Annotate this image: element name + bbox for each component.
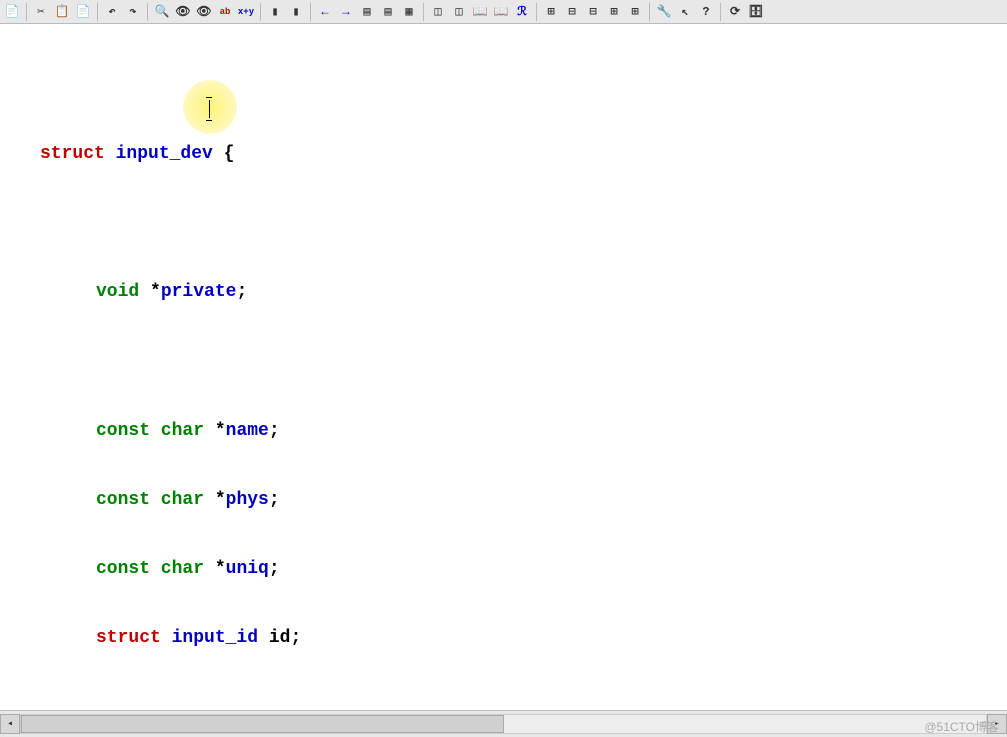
mark2-icon[interactable]: ▮ xyxy=(286,2,306,22)
run-icon[interactable]: ℛ xyxy=(512,2,532,22)
book-icon[interactable]: ▤ xyxy=(357,2,377,22)
binoc-icon[interactable]: 👁 xyxy=(173,2,193,22)
cut-icon[interactable]: ✂ xyxy=(31,2,51,22)
panel-icon[interactable]: ▦ xyxy=(399,2,419,22)
panel2-icon[interactable]: ◫ xyxy=(428,2,448,22)
scroll-thumb[interactable] xyxy=(21,715,504,733)
grid2-icon[interactable]: ⊟ xyxy=(583,2,603,22)
code-line: const char *uniq; xyxy=(8,558,999,581)
find-icon[interactable]: 🔍 xyxy=(152,2,172,22)
code-line: struct input_id id; xyxy=(8,627,999,650)
cursor-highlight xyxy=(183,80,237,134)
scroll-track[interactable] xyxy=(20,714,987,734)
code-line xyxy=(8,696,999,710)
tool-icon[interactable]: 🔧 xyxy=(654,2,674,22)
redo-icon[interactable]: ↷ xyxy=(123,2,143,22)
toolbar: 📄 ✂ 📋 📄 ↶ ↷ 🔍 👁 👁 ab x+y ▮ ▮ ← → ▤ ▤ ▦ ◫… xyxy=(0,0,1007,24)
grid1-icon[interactable]: ⊟ xyxy=(562,2,582,22)
refresh-icon[interactable]: ⟳ xyxy=(725,2,745,22)
code-line xyxy=(8,212,999,235)
file-icon[interactable]: 📄 xyxy=(2,2,22,22)
code-editor[interactable]: struct input_dev { void *private; const … xyxy=(0,24,1007,710)
book4-icon[interactable]: 📖 xyxy=(491,2,511,22)
undo-icon[interactable]: ↶ xyxy=(102,2,122,22)
copy-icon[interactable]: 📋 xyxy=(52,2,72,22)
table-icon[interactable]: ⊞ xyxy=(541,2,561,22)
text-caret xyxy=(209,100,210,118)
panel3-icon[interactable]: ◫ xyxy=(449,2,469,22)
db-icon[interactable]: 🗄 xyxy=(746,2,766,22)
paste-icon[interactable]: 📄 xyxy=(73,2,93,22)
code-line xyxy=(8,350,999,373)
code-line: void *private; xyxy=(8,281,999,304)
grid4-icon[interactable]: ⊞ xyxy=(625,2,645,22)
code-line: const char *name; xyxy=(8,420,999,443)
xy-icon[interactable]: x+y xyxy=(236,2,256,22)
scroll-left-button[interactable]: ◂ xyxy=(0,714,20,734)
cursor-icon[interactable]: ↖ xyxy=(675,2,695,22)
grid3-icon[interactable]: ⊞ xyxy=(604,2,624,22)
horizontal-scrollbar[interactable]: ◂ ▸ xyxy=(0,710,1007,737)
code-line: const char *phys; xyxy=(8,489,999,512)
back-icon[interactable]: ← xyxy=(315,2,335,22)
book3-icon[interactable]: 📖 xyxy=(470,2,490,22)
mark1-icon[interactable]: ▮ xyxy=(265,2,285,22)
watermark: @51CTO博客 xyxy=(924,718,999,735)
book2-icon[interactable]: ▤ xyxy=(378,2,398,22)
forward-icon[interactable]: → xyxy=(336,2,356,22)
code-line: struct input_dev { xyxy=(8,143,999,166)
help-icon[interactable]: ? xyxy=(696,2,716,22)
binoc2-icon[interactable]: 👁 xyxy=(194,2,214,22)
ab-icon[interactable]: ab xyxy=(215,2,235,22)
